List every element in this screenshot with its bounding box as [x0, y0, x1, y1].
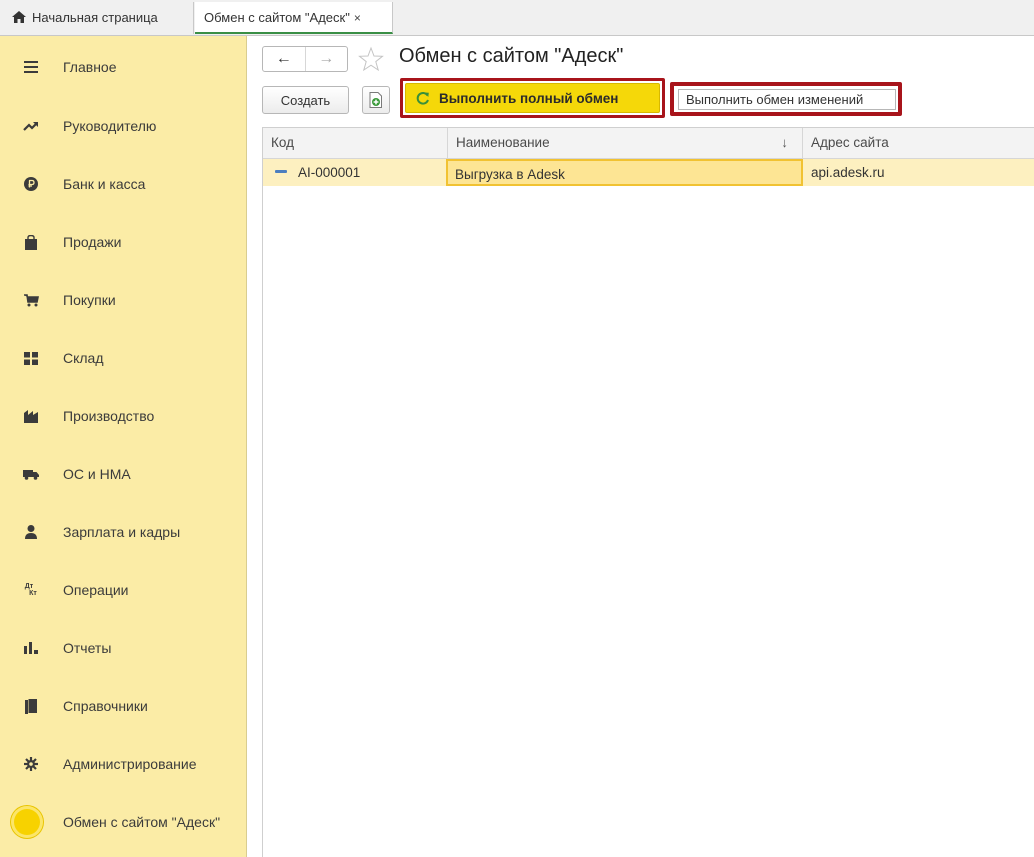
copy-button[interactable] — [362, 86, 390, 114]
sidebar-item-warehouse[interactable]: Склад — [0, 338, 246, 378]
cell-code: AI-000001 — [275, 159, 445, 186]
sidebar-item-label: Зарплата и кадры — [63, 524, 181, 540]
star-icon[interactable] — [358, 46, 384, 72]
column-header-name[interactable]: Наименование ↓ — [448, 128, 803, 158]
gear-icon — [22, 755, 40, 773]
home-icon — [12, 11, 26, 23]
sidebar-item-label: Отчеты — [63, 640, 112, 656]
table-header: Код Наименование ↓ Адрес сайта — [263, 128, 1034, 159]
warehouse-icon — [22, 349, 40, 367]
sidebar-item-label: ОС и НМА — [63, 466, 131, 482]
person-icon — [22, 523, 40, 541]
back-button[interactable]: ← — [263, 47, 305, 71]
sidebar-item-label: Руководителю — [63, 118, 157, 134]
sidebar-item-label: Покупки — [63, 292, 116, 308]
changes-exchange-button[interactable]: Выполнить обмен изменений — [678, 89, 896, 110]
column-header-code[interactable]: Код — [263, 128, 448, 158]
sidebar-item-main[interactable]: Главное — [0, 47, 246, 87]
cart-icon — [22, 291, 40, 309]
create-button[interactable]: Создать — [262, 86, 349, 114]
factory-icon — [22, 407, 40, 425]
sidebar-item-references[interactable]: Справочники — [0, 686, 246, 726]
kt-glyph: Кт — [29, 590, 37, 597]
exchange-table: Код Наименование ↓ Адрес сайта AI-000001… — [262, 127, 1034, 857]
sidebar-item-production[interactable]: Производство — [0, 396, 246, 436]
dt-glyph: Дт — [24, 583, 34, 590]
yellow-circle-icon — [11, 806, 43, 838]
sidebar-item-manager[interactable]: Руководителю — [0, 106, 246, 146]
bag-icon — [22, 233, 40, 251]
sidebar-item-purchases[interactable]: Покупки — [0, 280, 246, 320]
full-exchange-label: Выполнить полный обмен — [439, 90, 619, 106]
sort-down-icon: ↓ — [781, 135, 788, 150]
column-header-name-label: Наименование — [456, 135, 550, 150]
sidebar-item-label: Производство — [63, 408, 155, 424]
sidebar-item-operations[interactable]: Дт Кт Операции — [0, 570, 246, 610]
sidebar-item-sales[interactable]: Продажи — [0, 222, 246, 262]
bar-chart-icon — [22, 639, 40, 657]
menu-icon — [22, 58, 40, 76]
sidebar-item-label: Администрирование — [63, 756, 197, 772]
sidebar-item-reports[interactable]: Отчеты — [0, 628, 246, 668]
sidebar-item-adesk-exchange[interactable]: Обмен с сайтом "Адеск" — [0, 802, 246, 842]
page-title: Обмен с сайтом "Адеск" — [399, 45, 624, 67]
book-icon — [22, 697, 40, 715]
cell-name-text: Выгрузка в Adesk — [455, 167, 565, 182]
sidebar-item-label: Операции — [63, 582, 129, 598]
cell-code-text: AI-000001 — [298, 165, 361, 180]
cell-address: api.adesk.ru — [811, 165, 885, 180]
item-icon — [275, 170, 287, 173]
sidebar-item-label: Банк и касса — [63, 176, 146, 192]
table-row[interactable]: AI-000001 Выгрузка в Adesk api.adesk.ru — [263, 159, 1034, 186]
column-header-address[interactable]: Адрес сайта — [803, 128, 1034, 158]
tab-bar: Начальная страница Обмен с сайтом "Адеск… — [0, 0, 1034, 36]
cell-name[interactable]: Выгрузка в Adesk — [446, 159, 803, 186]
sidebar-item-salary[interactable]: Зарплата и кадры — [0, 512, 246, 552]
tab-active-label: Обмен с сайтом "Адеск" — [204, 10, 350, 25]
dt-kt-icon: Дт Кт — [22, 581, 40, 599]
add-document-icon — [369, 92, 382, 108]
sidebar: Главное Руководителю Банк и касса Продаж… — [0, 36, 247, 857]
sidebar-item-administration[interactable]: Администрирование — [0, 744, 246, 784]
tab-adesk-exchange[interactable]: Обмен с сайтом "Адеск" × — [195, 2, 393, 34]
sidebar-item-assets[interactable]: ОС и НМА — [0, 454, 246, 494]
sidebar-item-bank[interactable]: Банк и касса — [0, 164, 246, 204]
trend-icon — [22, 117, 40, 135]
sidebar-item-label: Обмен с сайтом "Адеск" — [63, 814, 221, 830]
full-exchange-button[interactable]: Выполнить полный обмен — [405, 83, 660, 113]
ruble-icon — [22, 175, 40, 193]
history-nav: ← → — [262, 46, 348, 72]
forward-button[interactable]: → — [304, 47, 348, 71]
sidebar-item-label: Продажи — [63, 234, 122, 250]
truck-icon — [22, 465, 40, 483]
sidebar-item-label: Справочники — [63, 698, 148, 714]
sidebar-item-label: Склад — [63, 350, 104, 366]
tab-home-label: Начальная страница — [32, 10, 158, 25]
refresh-icon — [416, 91, 429, 105]
tab-home[interactable]: Начальная страница — [0, 2, 194, 34]
main-content: ← → Обмен с сайтом "Адеск" Создать Выпол… — [248, 36, 1034, 857]
sidebar-item-label: Главное — [63, 59, 117, 75]
close-icon[interactable]: × — [354, 11, 361, 25]
